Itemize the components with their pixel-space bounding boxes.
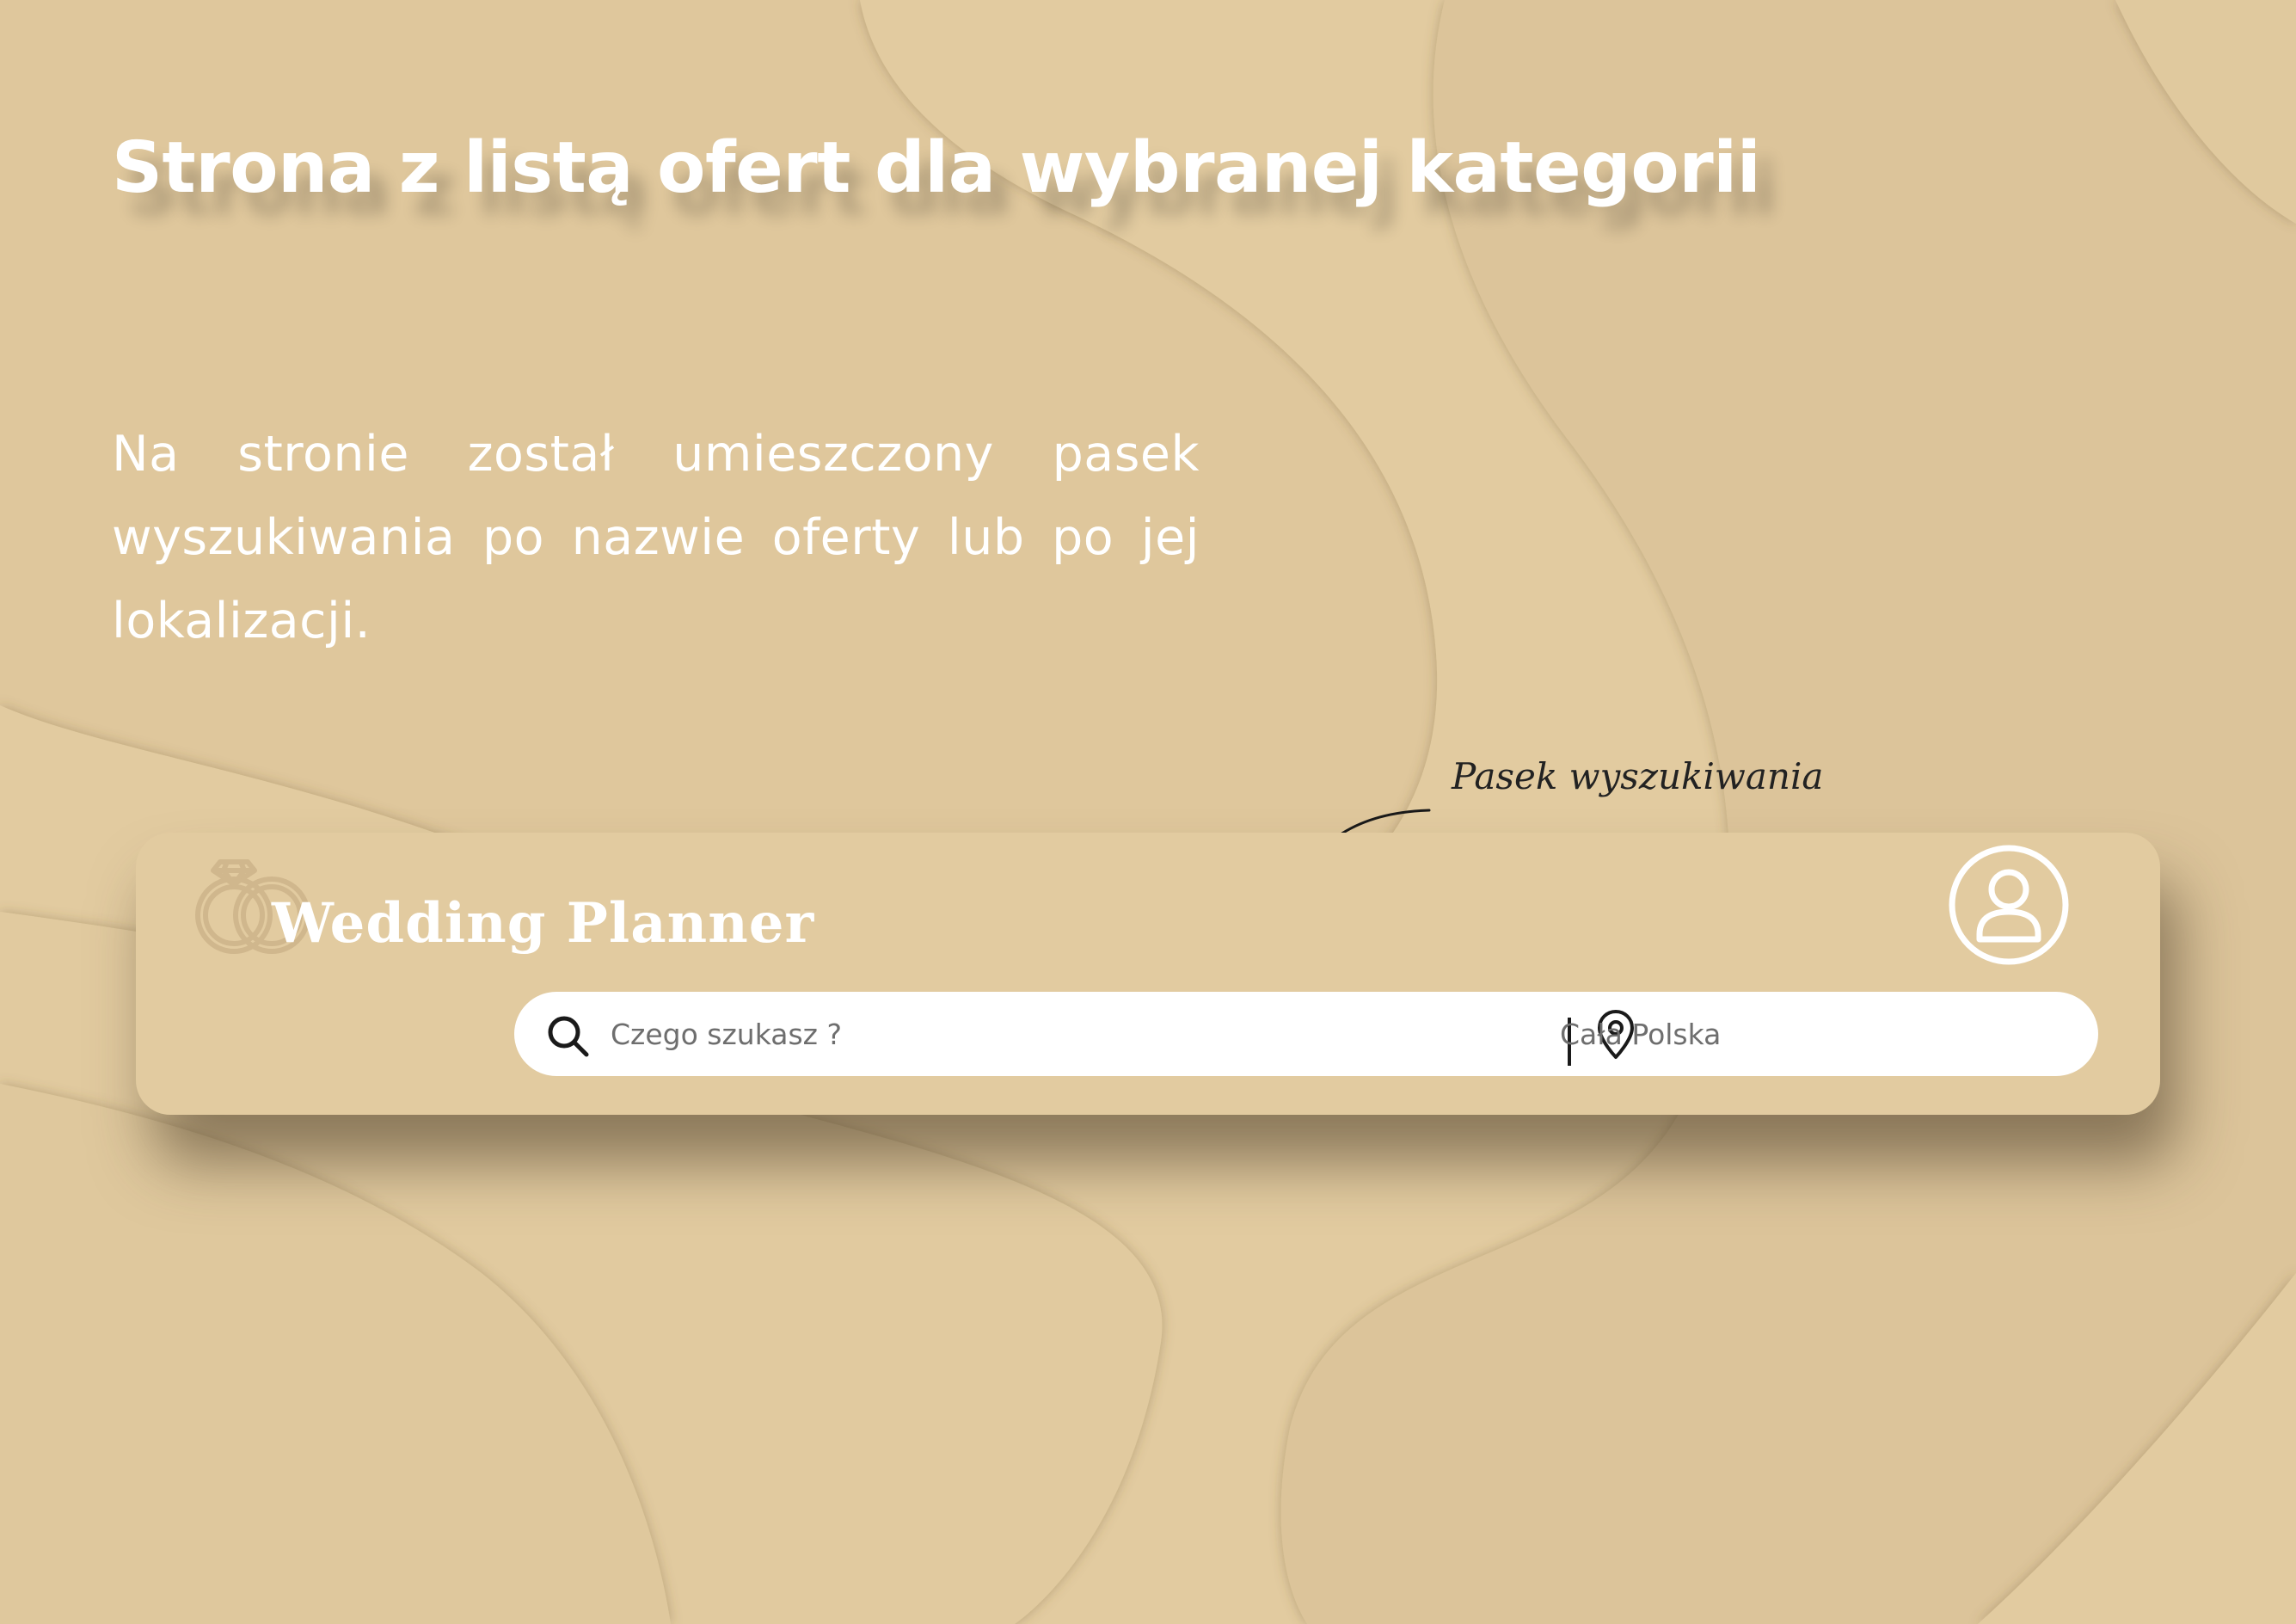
site-header: Wedding Planner	[136, 833, 2160, 1115]
search-bar	[514, 992, 2098, 1076]
search-input[interactable]	[611, 1012, 1419, 1055]
annotation-label: Pasek wyszukiwania	[1452, 755, 1824, 797]
page-title: Strona z listą ofert dla wybranej katego…	[112, 127, 1761, 209]
user-icon[interactable]	[1949, 845, 2069, 965]
search-icon[interactable]	[545, 1013, 590, 1058]
background-shapes	[0, 0, 2296, 1624]
logo-text: Wedding Planner	[272, 891, 815, 956]
location-input[interactable]	[1560, 1012, 2041, 1055]
slide-description: Na stronie został umieszczony pasek wysz…	[112, 426, 1200, 649]
logo[interactable]: Wedding Planner	[189, 843, 813, 963]
